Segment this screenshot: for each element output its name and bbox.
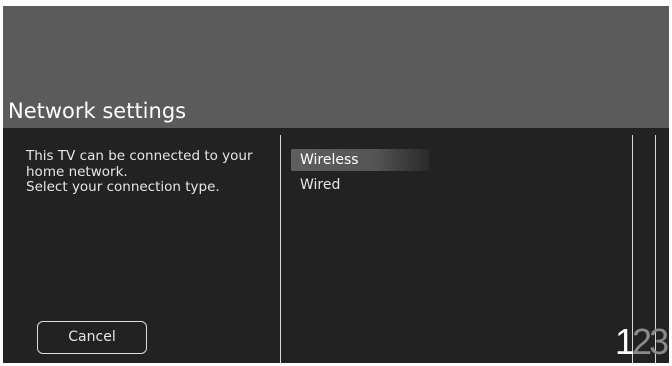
page-title: Network settings xyxy=(8,99,187,123)
step-indicator: 123 xyxy=(615,321,669,363)
main-panel: This TV can be connected to your home ne… xyxy=(3,128,669,363)
column-divider xyxy=(280,135,281,363)
cancel-button[interactable]: Cancel xyxy=(37,321,147,354)
header-bar: Network settings xyxy=(3,6,669,128)
description-text: This TV can be connected to your home ne… xyxy=(26,148,266,196)
option-wired[interactable]: Wired xyxy=(291,174,429,196)
description-line: This TV can be connected to your xyxy=(26,148,253,164)
option-wireless[interactable]: Wireless xyxy=(291,149,429,171)
step-1: 1 xyxy=(615,321,635,362)
description-line: Select your connection type. xyxy=(26,179,220,195)
step-3: 3 xyxy=(649,321,669,362)
step-2: 2 xyxy=(632,321,652,362)
tv-screen: Network settings This TV can be connecte… xyxy=(3,6,669,363)
description-line: home network. xyxy=(26,163,128,180)
